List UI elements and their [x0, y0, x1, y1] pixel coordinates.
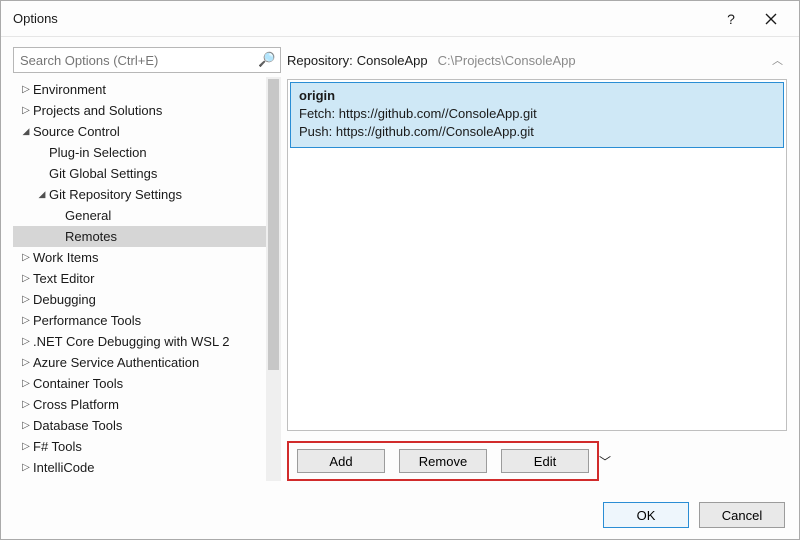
tree-item[interactable]: Source Control: [13, 121, 266, 142]
ok-button[interactable]: OK: [603, 502, 689, 528]
chevron-down-icon[interactable]: ﹀: [599, 453, 611, 470]
add-button[interactable]: Add: [297, 449, 385, 473]
tree-twisty-icon[interactable]: [19, 394, 33, 415]
tree-item[interactable]: Cross Platform: [13, 394, 266, 415]
tree-twisty-icon[interactable]: [19, 310, 33, 331]
tree-item[interactable]: .NET Core Debugging with WSL 2: [13, 331, 266, 352]
tree-item-label: F# Tools: [33, 436, 82, 457]
tree-twisty-icon[interactable]: [19, 121, 33, 142]
window-title: Options: [13, 11, 711, 26]
repo-header: Repository: ConsoleApp C:\Projects\Conso…: [287, 47, 787, 73]
tree-twisty-icon[interactable]: [19, 247, 33, 268]
tree-item[interactable]: Work Items: [13, 247, 266, 268]
tree-item[interactable]: Debugging: [13, 289, 266, 310]
tree-item[interactable]: Container Tools: [13, 373, 266, 394]
tree-item[interactable]: Azure Service Authentication: [13, 352, 266, 373]
dialog-footer: OK Cancel: [1, 491, 799, 539]
remote-fetch: Fetch: https://github.com//ConsoleApp.gi…: [299, 105, 775, 123]
remote-name: origin: [299, 87, 775, 105]
tree-item-label: Work Items: [33, 247, 99, 268]
titlebar: Options ?: [1, 1, 799, 37]
tree-item[interactable]: Projects and Solutions: [13, 100, 266, 121]
tree-twisty-icon[interactable]: [19, 415, 33, 436]
repo-name: ConsoleApp: [357, 53, 428, 68]
tree-item-label: .NET Core Debugging with WSL 2: [33, 331, 230, 352]
help-button[interactable]: ?: [711, 4, 751, 34]
tree-item[interactable]: Remotes: [13, 226, 266, 247]
remote-push: Push: https://github.com//ConsoleApp.git: [299, 123, 775, 141]
close-button[interactable]: [751, 4, 791, 34]
tree-twisty-icon[interactable]: [19, 331, 33, 352]
tree-item[interactable]: Git Repository Settings: [13, 184, 266, 205]
tree-item[interactable]: F# Tools: [13, 436, 266, 457]
tree-item[interactable]: Performance Tools: [13, 310, 266, 331]
options-tree[interactable]: EnvironmentProjects and SolutionsSource …: [13, 77, 266, 481]
tree-twisty-icon[interactable]: [19, 79, 33, 100]
tree-twisty-icon[interactable]: [35, 184, 49, 205]
edit-button[interactable]: Edit: [501, 449, 589, 473]
left-panel: 🔍 EnvironmentProjects and SolutionsSourc…: [13, 47, 281, 481]
scrollbar-thumb[interactable]: [268, 79, 279, 370]
tree-item[interactable]: Text Editor: [13, 268, 266, 289]
remote-item[interactable]: originFetch: https://github.com//Console…: [290, 82, 784, 148]
tree-item[interactable]: Git Global Settings: [13, 163, 266, 184]
tree-item-label: IntelliCode: [33, 457, 94, 478]
tree-item-label: Environment: [33, 79, 106, 100]
cancel-button[interactable]: Cancel: [699, 502, 785, 528]
right-panel: Repository: ConsoleApp C:\Projects\Conso…: [287, 47, 787, 481]
tree-item-label: Remotes: [65, 226, 117, 247]
tree-twisty-icon[interactable]: [19, 373, 33, 394]
tree-item-label: Azure Service Authentication: [33, 352, 199, 373]
search-icon: 🔍: [258, 51, 275, 68]
tree-item-label: General: [65, 205, 111, 226]
search-input[interactable]: [13, 47, 281, 73]
tree-item-label: Projects and Solutions: [33, 100, 162, 121]
tree-item-label: Container Tools: [33, 373, 123, 394]
options-dialog: Options ? 🔍 EnvironmentProjects and Solu…: [0, 0, 800, 540]
repo-label: Repository:: [287, 53, 353, 68]
tree-twisty-icon[interactable]: [19, 289, 33, 310]
tree-item-label: Database Tools: [33, 415, 122, 436]
tree-item-label: Debugging: [33, 289, 96, 310]
remotes-list[interactable]: originFetch: https://github.com//Console…: [287, 79, 787, 431]
tree-item-label: Git Repository Settings: [49, 184, 182, 205]
remote-action-buttons: Add Remove Edit: [287, 441, 599, 481]
tree-item-label: Cross Platform: [33, 394, 119, 415]
tree-item-label: Text Editor: [33, 268, 94, 289]
remove-button[interactable]: Remove: [399, 449, 487, 473]
tree-twisty-icon[interactable]: [19, 268, 33, 289]
repo-path: C:\Projects\ConsoleApp: [438, 53, 576, 68]
tree-item[interactable]: Plug-in Selection: [13, 142, 266, 163]
tree-item-label: Source Control: [33, 121, 120, 142]
tree-item-label: Plug-in Selection: [49, 142, 147, 163]
tree-twisty-icon[interactable]: [19, 457, 33, 478]
tree-item-label: Performance Tools: [33, 310, 141, 331]
close-icon: [765, 13, 777, 25]
chevron-up-icon[interactable]: ︿: [772, 52, 783, 68]
tree-twisty-icon[interactable]: [19, 436, 33, 457]
tree-scrollbar[interactable]: [266, 77, 281, 481]
tree-twisty-icon[interactable]: [19, 352, 33, 373]
tree-twisty-icon[interactable]: [19, 100, 33, 121]
tree-item[interactable]: IntelliCode: [13, 457, 266, 478]
tree-item[interactable]: General: [13, 205, 266, 226]
tree-item-label: Git Global Settings: [49, 163, 157, 184]
tree-item[interactable]: Database Tools: [13, 415, 266, 436]
tree-item[interactable]: Environment: [13, 79, 266, 100]
